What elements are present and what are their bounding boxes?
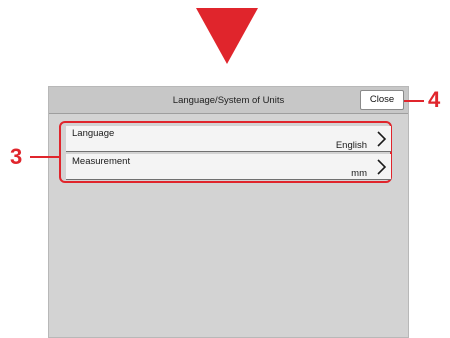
page-title: Language/System of Units bbox=[172, 95, 285, 106]
settings-list: Language English Measurement mm bbox=[59, 121, 392, 183]
callout-number-4: 4 bbox=[428, 87, 441, 112]
panel-header: Language/System of Units Close bbox=[49, 87, 408, 114]
language-units-panel: Language/System of Units Close Language … bbox=[48, 86, 409, 338]
close-button[interactable]: Close bbox=[360, 90, 404, 110]
measurement-value: mm bbox=[351, 168, 367, 179]
chevron-right-icon bbox=[377, 159, 387, 175]
chevron-right-icon bbox=[377, 131, 387, 147]
measurement-label: Measurement bbox=[72, 156, 131, 167]
list-item-measurement[interactable]: Measurement mm bbox=[66, 154, 391, 180]
list-item-language[interactable]: Language English bbox=[66, 126, 391, 152]
callout-line-3 bbox=[30, 156, 60, 158]
language-label: Language bbox=[72, 128, 115, 139]
callout-line-4 bbox=[404, 100, 424, 102]
callout-number-3: 3 bbox=[10, 144, 23, 169]
down-triangle-icon bbox=[196, 8, 258, 64]
language-value: English bbox=[335, 140, 367, 151]
